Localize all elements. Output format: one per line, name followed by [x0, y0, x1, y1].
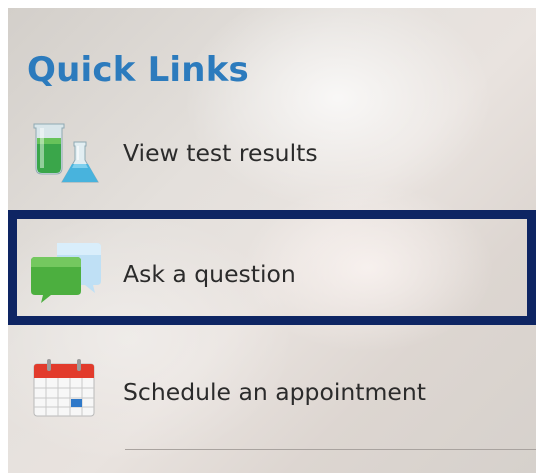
- schedule-appointment-label: Schedule an appointment: [123, 378, 426, 406]
- test-tubes-icon: [30, 120, 102, 184]
- quick-links-panel: Quick Links View test results Ask a ques…: [8, 8, 536, 473]
- divider: [125, 449, 536, 450]
- schedule-appointment-link[interactable]: Schedule an appointment: [8, 338, 536, 446]
- chat-bubbles-icon: [31, 241, 103, 305]
- view-test-results-label: View test results: [123, 139, 318, 167]
- ask-a-question-link[interactable]: Ask a question: [8, 210, 536, 325]
- view-test-results-link[interactable]: View test results: [8, 108, 536, 216]
- quick-links-title: Quick Links: [27, 50, 249, 90]
- calendar-icon: [30, 356, 102, 420]
- ask-a-question-label: Ask a question: [123, 260, 296, 288]
